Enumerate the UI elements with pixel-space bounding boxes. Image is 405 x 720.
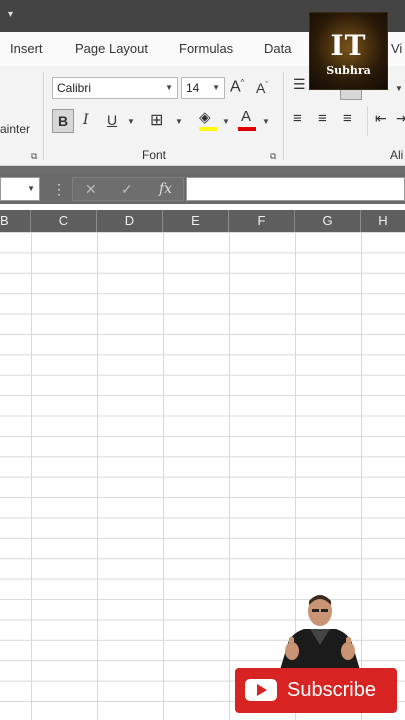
- align-center-icon[interactable]: ≡: [318, 110, 327, 127]
- tab-data[interactable]: Data: [264, 41, 291, 56]
- tab-insert[interactable]: Insert: [10, 41, 43, 56]
- shrink-font-icon: A: [256, 80, 266, 96]
- column-header-b[interactable]: B: [0, 210, 31, 232]
- subscribe-button[interactable]: Subscribe: [235, 668, 397, 713]
- insert-function-icon[interactable]: fx: [159, 181, 172, 197]
- chevron-down-icon: ▼: [27, 184, 35, 193]
- tab-formulas[interactable]: Formulas: [179, 41, 233, 56]
- decrease-indent-icon[interactable]: ⇤: [375, 110, 387, 127]
- logo-subtitle: Subhra: [326, 64, 371, 77]
- fill-color-icon[interactable]: ◈: [199, 108, 211, 126]
- column-header-f[interactable]: F: [229, 210, 295, 232]
- bold-button[interactable]: B: [52, 109, 74, 133]
- ribbon-gap: [0, 166, 405, 174]
- font-color-button[interactable]: A: [241, 108, 251, 125]
- font-name-value: Calibri: [57, 81, 92, 95]
- font-name-combobox[interactable]: Calibri ▼: [52, 77, 178, 99]
- borders-icon[interactable]: ⊞: [150, 110, 163, 130]
- tab-page-layout[interactable]: Page Layout: [75, 41, 148, 56]
- clipboard-launcher-icon[interactable]: ⧉: [31, 151, 37, 162]
- logo-title: IT: [330, 29, 367, 62]
- align-right-icon[interactable]: ≡: [343, 110, 352, 127]
- borders-dropdown-icon[interactable]: ▼: [175, 117, 183, 126]
- name-box[interactable]: ▼: [0, 177, 40, 201]
- shrink-font-button[interactable]: Aˇ: [256, 80, 268, 96]
- group-separator: [283, 72, 284, 160]
- align-top-icon[interactable]: ☰: [293, 76, 306, 93]
- column-header-h[interactable]: H: [361, 210, 405, 232]
- font-size-value: 14: [186, 81, 200, 95]
- channel-logo: IT Subhra: [309, 12, 388, 90]
- customize-qat-icon[interactable]: ▾: [8, 9, 13, 20]
- column-header-c[interactable]: C: [31, 210, 97, 232]
- presenter-image: [280, 595, 360, 670]
- column-header-g[interactable]: G: [295, 210, 361, 232]
- font-size-combobox[interactable]: 14 ▼: [181, 77, 225, 99]
- underline-dropdown-icon[interactable]: ▼: [127, 117, 135, 126]
- increase-indent-icon[interactable]: ⇥: [396, 110, 405, 127]
- cancel-icon[interactable]: ✕: [85, 181, 97, 198]
- underline-button[interactable]: U: [107, 112, 117, 128]
- font-color-dropdown-icon[interactable]: ▼: [262, 117, 270, 126]
- enter-icon[interactable]: ✓: [121, 181, 133, 198]
- grow-font-icon: A: [230, 78, 241, 96]
- column-header-e[interactable]: E: [163, 210, 229, 232]
- group-separator: [367, 106, 368, 136]
- format-painter-label[interactable]: ainter: [0, 122, 30, 136]
- align-left-icon[interactable]: ≡: [293, 110, 302, 127]
- fill-color-dropdown-icon[interactable]: ▼: [222, 117, 230, 126]
- youtube-play-icon: [245, 679, 277, 701]
- formula-bar: ▼ ⋮ ✕ ✓ fx: [0, 174, 405, 204]
- orientation-dropdown-icon[interactable]: ▼: [395, 84, 403, 93]
- tab-view[interactable]: Vi: [391, 41, 402, 56]
- formula-input[interactable]: [186, 177, 405, 201]
- alignment-group-label: Ali: [390, 148, 404, 162]
- grow-font-button[interactable]: A^: [230, 78, 244, 96]
- font-group-label: Font: [142, 148, 167, 162]
- chevron-down-icon: ▼: [165, 83, 173, 92]
- group-separator: [43, 72, 44, 160]
- subscribe-label: Subscribe: [287, 679, 376, 701]
- formula-bar-more-icon[interactable]: ⋮: [52, 181, 66, 198]
- font-color-swatch: [238, 127, 256, 131]
- font-launcher-icon[interactable]: ⧉: [270, 151, 276, 162]
- fill-color-swatch: [199, 127, 217, 131]
- italic-button[interactable]: I: [83, 112, 89, 128]
- column-header-d[interactable]: D: [97, 210, 163, 232]
- chevron-down-icon: ▼: [212, 83, 220, 92]
- column-headers: B C D E F G H: [0, 210, 405, 232]
